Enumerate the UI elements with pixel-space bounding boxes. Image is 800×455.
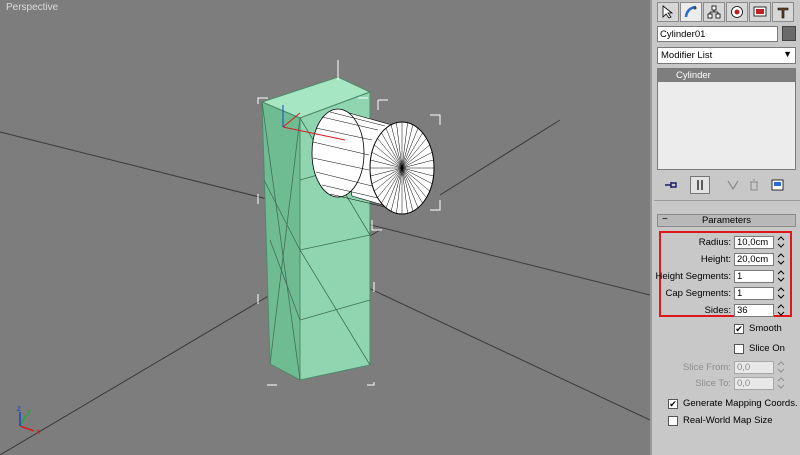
motion-tab-icon[interactable]	[726, 2, 748, 22]
show-end-result-icon[interactable]	[690, 176, 710, 194]
make-unique-icon[interactable]	[724, 176, 742, 194]
sides-spinner[interactable]	[776, 303, 786, 317]
modifier-list-dropdown[interactable]: Modifier List ▼	[657, 47, 796, 64]
real-world-checkbox[interactable]	[668, 416, 678, 426]
height-spinner[interactable]	[776, 252, 786, 266]
cap-segments-spinner[interactable]	[776, 286, 786, 300]
utilities-tab-icon[interactable]	[772, 2, 794, 22]
slice-on-label: Slice On	[749, 343, 785, 354]
height-segments-label: Height Segments:	[655, 271, 731, 282]
display-tab-icon[interactable]	[749, 2, 771, 22]
slice-from-spinner[interactable]	[776, 360, 786, 374]
object-name-field[interactable]	[657, 26, 778, 42]
sides-label: Sides:	[704, 305, 731, 316]
height-label: Height:	[700, 254, 731, 265]
cap-segments-input[interactable]	[734, 287, 774, 300]
radius-input[interactable]	[734, 236, 774, 249]
generate-mapping-label: Generate Mapping Coords.	[683, 398, 798, 409]
smooth-label: Smooth	[749, 323, 782, 334]
slice-from-input[interactable]	[734, 361, 774, 374]
svg-text:x: x	[36, 427, 40, 436]
pin-stack-icon[interactable]	[662, 176, 680, 194]
slice-on-checkbox[interactable]	[734, 344, 744, 354]
smooth-checkbox[interactable]: ✔	[734, 324, 744, 334]
parameters-rollout-header[interactable]: − Parameters	[657, 214, 796, 227]
perspective-viewport[interactable]: z x y Perspective	[0, 0, 650, 455]
generate-mapping-checkbox[interactable]: ✔	[668, 399, 678, 409]
slice-from-label: Slice From:	[682, 362, 731, 373]
real-world-label: Real-World Map Size	[683, 415, 773, 426]
create-tab-icon[interactable]	[657, 2, 679, 22]
sides-input[interactable]	[734, 304, 774, 317]
scene-canvas[interactable]: z x y	[0, 0, 650, 455]
radius-spinner[interactable]	[776, 235, 786, 249]
command-panel: Modifier List ▼ Cylinder − Parameters Ra…	[650, 0, 800, 455]
slice-to-spinner[interactable]	[776, 376, 786, 390]
height-segments-input[interactable]	[734, 270, 774, 283]
height-input[interactable]	[734, 253, 774, 266]
radius-label: Radius:	[698, 237, 731, 248]
slice-to-input[interactable]	[734, 377, 774, 390]
configure-modifier-sets-icon[interactable]	[769, 176, 787, 194]
rollout-title: Parameters	[701, 215, 752, 226]
slice-to-label: Slice To:	[695, 378, 731, 389]
viewport-label[interactable]: Perspective	[6, 2, 58, 13]
modifier-stack[interactable]: Cylinder	[657, 68, 796, 170]
divider	[654, 200, 800, 201]
world-axis-tripod: z x y	[17, 404, 40, 436]
object-color-swatch[interactable]	[782, 26, 796, 41]
chevron-down-icon: ▼	[783, 49, 792, 59]
cap-segments-label: Cap Segments:	[665, 288, 731, 299]
svg-text:y: y	[27, 407, 31, 416]
svg-text:z: z	[17, 404, 21, 413]
stack-item-cylinder[interactable]: Cylinder	[658, 69, 795, 82]
remove-modifier-icon[interactable]	[745, 176, 763, 194]
modify-tab-icon[interactable]	[680, 2, 702, 22]
hierarchy-tab-icon[interactable]	[703, 2, 725, 22]
modifier-list-value: Modifier List	[661, 50, 713, 61]
height-segments-spinner[interactable]	[776, 269, 786, 283]
